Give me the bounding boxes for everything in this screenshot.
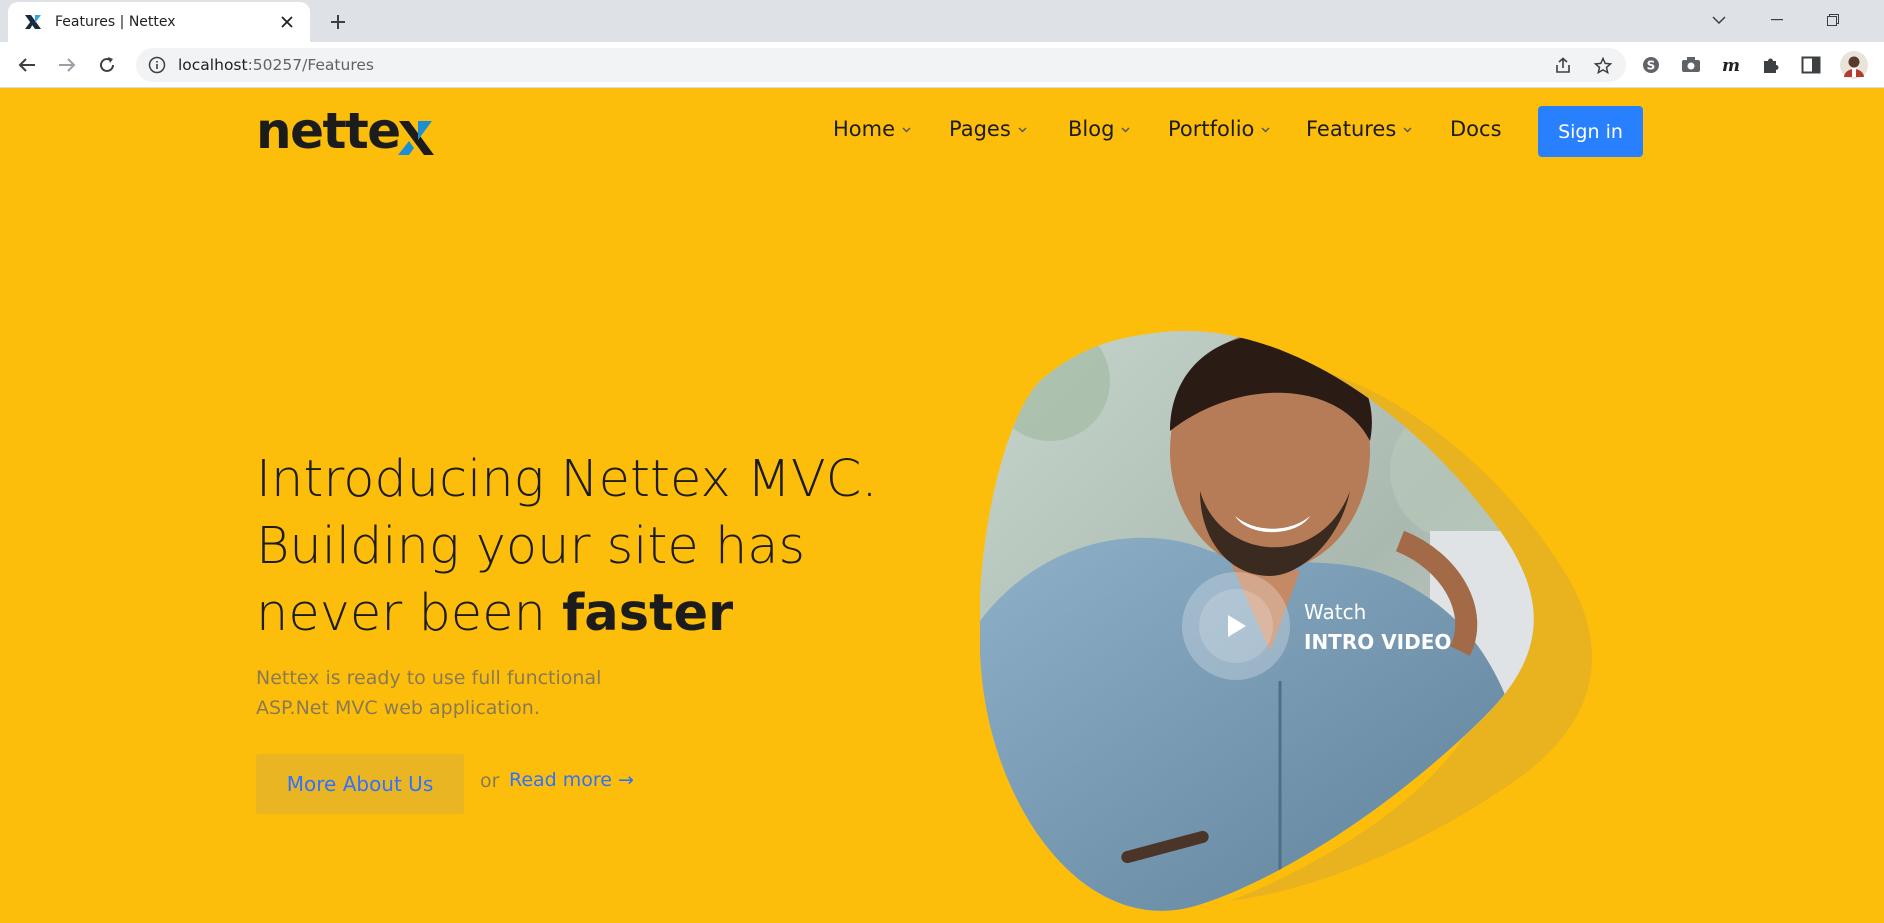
profile-avatar[interactable] [1840,51,1868,79]
chevron-down-icon [1403,127,1412,132]
hero-title-emphasis: faster [562,584,734,643]
nav-docs[interactable]: Docs [1450,117,1502,141]
nav-portfolio-label: Portfolio [1168,117,1255,141]
tab-search-icon[interactable] [1696,4,1742,36]
play-icon [1228,615,1246,637]
url-path: :50257/Features [247,56,374,74]
hero-photo [980,330,1593,911]
chevron-down-icon [1261,127,1270,132]
chevron-down-icon [902,127,911,132]
watch-label: Watch [1304,600,1367,624]
side-panel-icon[interactable] [1800,54,1822,76]
skype-extension-icon[interactable]: S [1640,54,1662,76]
bookmark-star-icon[interactable] [1592,55,1614,77]
address-bar[interactable]: localhost:50257/Features [136,48,1626,82]
hero-title-line-2: Building your site has [256,517,806,576]
nav-docs-label: Docs [1450,117,1502,141]
chevron-down-icon [1121,127,1130,132]
restore-icon[interactable] [1810,4,1856,36]
read-more-link[interactable]: Read more → [509,769,634,791]
back-icon[interactable] [12,50,42,80]
play-button-inner [1199,589,1273,663]
nav-pages-label: Pages [949,117,1011,141]
m-extension-icon[interactable]: m [1720,54,1742,76]
url-text: localhost:50257/Features [178,56,374,74]
page-content: nette Home Pages Blog Portfolio Features… [0,89,1884,923]
browser-tab[interactable]: Features | Nettex [8,2,310,42]
hero-title-line-3: never been faster [256,580,896,647]
forward-icon[interactable] [52,50,82,80]
more-about-us-button[interactable]: More About Us [256,754,464,814]
nav-features-label: Features [1306,117,1397,141]
play-video-button[interactable] [1182,572,1290,680]
svg-text:nette: nette [256,103,400,159]
hero-description-line-2: ASP.Net MVC web application. [256,697,540,719]
site-favicon-icon [24,13,42,31]
hero-title: Introducing Nettex MVC. Building your si… [256,446,896,647]
sign-in-button[interactable]: Sign in [1538,106,1643,157]
intro-video-label: INTRO VIDEO [1304,630,1452,654]
hero-description: Nettex is ready to use full functional A… [256,663,636,723]
nav-portfolio[interactable]: Portfolio [1168,117,1271,141]
tab-title: Features | Nettex [55,14,176,30]
minimize-icon[interactable] [1754,4,1800,36]
browser-toolbar: localhost:50257/Features S m [0,42,1884,88]
site-logo[interactable]: nette [256,102,436,160]
camera-extension-icon[interactable] [1680,54,1702,76]
chevron-down-icon [1018,127,1027,132]
share-icon[interactable] [1552,55,1574,77]
hero-title-line-1: Introducing Nettex MVC. [256,450,878,509]
hero-title-line-3-prefix: never been [256,584,563,643]
svg-text:S: S [1647,59,1656,73]
hero-image-blob [980,321,1620,921]
nav-features[interactable]: Features [1306,117,1413,141]
hero-description-line-1: Nettex is ready to use full functional [256,667,602,689]
close-tab-icon[interactable] [276,11,298,33]
or-text: or [480,770,500,792]
nettex-logo-graphic: nette [256,102,434,160]
nav-blog[interactable]: Blog [1068,117,1131,141]
svg-text:m: m [1722,56,1740,74]
nav-pages[interactable]: Pages [949,117,1028,141]
extensions-puzzle-icon[interactable] [1760,54,1782,76]
reload-icon[interactable] [92,50,122,80]
url-host: localhost [178,56,248,74]
new-tab-icon[interactable] [324,8,352,36]
browser-tabstrip: Features | Nettex [0,0,1884,42]
site-info-icon[interactable] [148,56,166,74]
nav-home[interactable]: Home [833,117,912,141]
nav-blog-label: Blog [1068,117,1115,141]
nav-home-label: Home [833,117,896,141]
watch-intro-video[interactable]: Watch INTRO VIDEO [1304,597,1451,657]
